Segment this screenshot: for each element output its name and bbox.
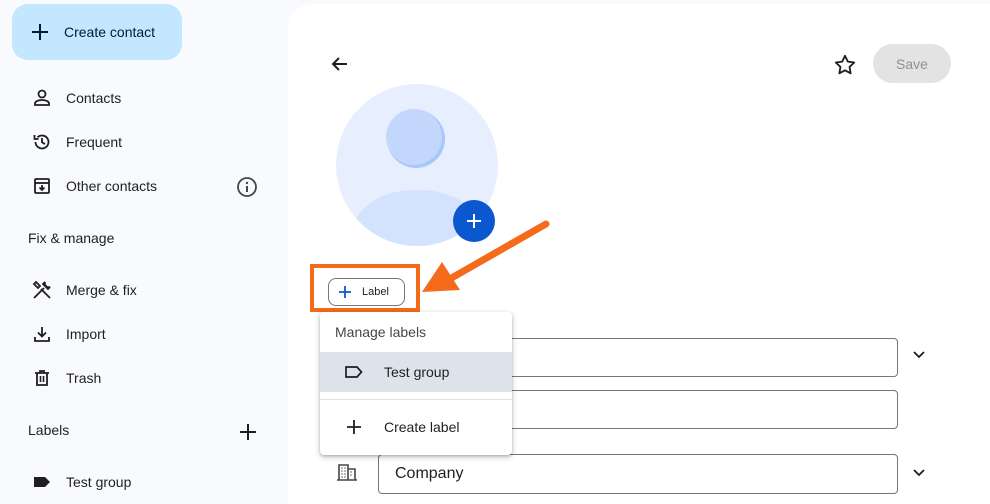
sidebar-item-label: Import xyxy=(66,326,106,342)
back-arrow-icon[interactable] xyxy=(326,50,354,78)
menu-item-label: Create label xyxy=(384,419,460,435)
company-field-text: Company xyxy=(395,465,464,482)
sidebar-item-import[interactable]: Import xyxy=(30,318,106,350)
chevron-down-icon[interactable] xyxy=(910,464,928,482)
menu-divider xyxy=(320,399,512,400)
sidebar-item-test-group[interactable]: Test group xyxy=(30,466,131,498)
menu-item-test-group[interactable]: Test group xyxy=(320,352,512,392)
chevron-down-icon[interactable] xyxy=(910,346,928,364)
archive-download-icon xyxy=(30,174,54,198)
sidebar-item-trash[interactable]: Trash xyxy=(30,362,101,394)
sidebar-item-merge-fix[interactable]: Merge & fix xyxy=(30,274,137,306)
star-icon[interactable] xyxy=(832,52,858,78)
sidebar-item-contacts[interactable]: Contacts xyxy=(30,82,121,114)
menu-item-label: Test group xyxy=(384,364,450,380)
add-label-icon[interactable] xyxy=(236,420,260,444)
sidebar-item-label: Other contacts xyxy=(66,178,158,194)
sidebar-item-label: Frequent xyxy=(66,134,123,150)
info-icon[interactable] xyxy=(236,176,258,198)
fix-manage-heading: Fix & manage xyxy=(28,230,115,246)
history-icon xyxy=(30,130,54,154)
sidebar-item-label: Merge & fix xyxy=(66,282,137,298)
annotation-highlight-box xyxy=(310,264,420,312)
menu-item-create-label[interactable]: Create label xyxy=(320,407,512,447)
label-icon xyxy=(30,470,54,494)
save-button[interactable]: Save xyxy=(873,44,951,83)
menu-header: Manage labels xyxy=(335,324,427,340)
company-field[interactable]: Company xyxy=(378,454,898,494)
labels-heading: Labels xyxy=(28,422,70,438)
sidebar-item-frequent[interactable]: Frequent xyxy=(30,126,122,158)
download-icon xyxy=(30,322,54,346)
tools-icon xyxy=(30,278,54,302)
person-icon xyxy=(30,86,54,110)
building-icon xyxy=(337,464,357,481)
plus-icon xyxy=(32,24,48,40)
annotation-arrow xyxy=(422,220,550,292)
sidebar-item-label: Test group xyxy=(66,474,132,490)
manage-labels-menu: Manage labels Test group Create label xyxy=(320,312,512,455)
trash-icon xyxy=(30,366,54,390)
label-outline-icon xyxy=(342,365,366,379)
create-contact-label: Create contact xyxy=(64,24,156,40)
plus-icon xyxy=(342,419,366,435)
sidebar: Create contact Contacts Frequent Other c… xyxy=(0,0,288,504)
sidebar-item-label: Trash xyxy=(66,370,102,386)
sidebar-item-other-contacts[interactable]: Other contacts xyxy=(30,170,157,202)
sidebar-item-label: Contacts xyxy=(66,90,122,106)
create-contact-button[interactable]: Create contact xyxy=(12,4,182,60)
